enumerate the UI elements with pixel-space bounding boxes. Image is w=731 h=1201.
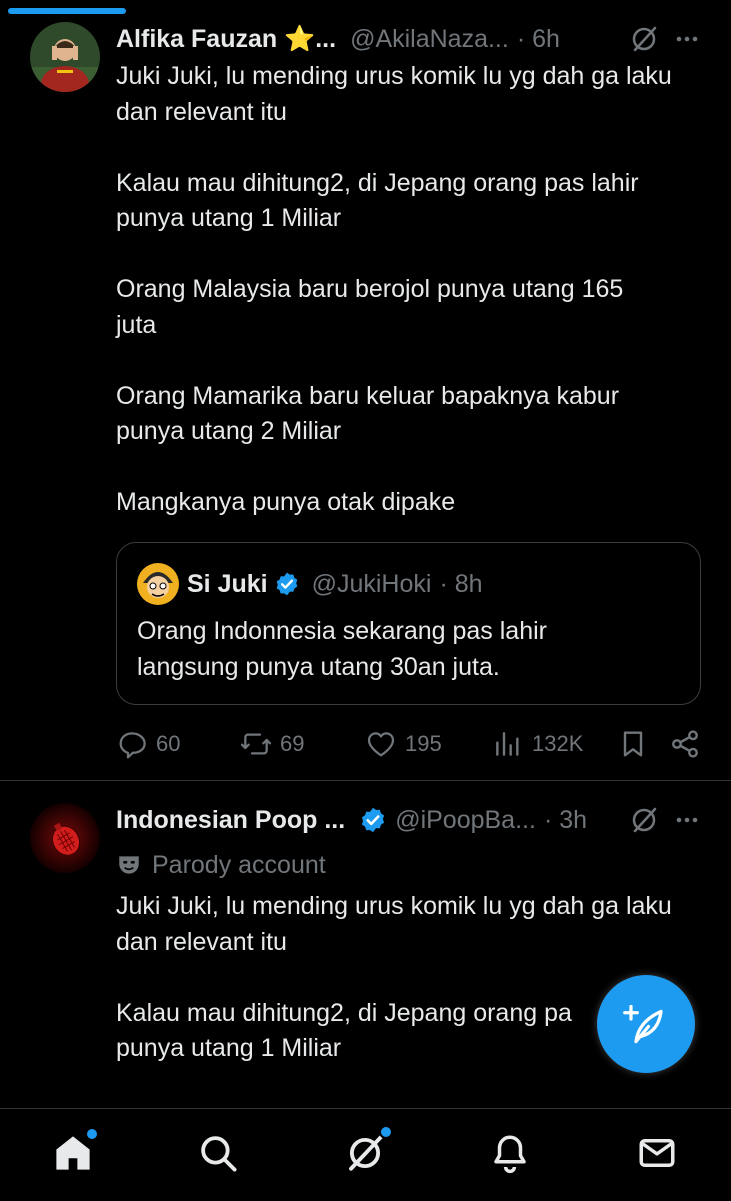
share-icon <box>672 730 698 758</box>
messages-icon <box>639 1139 675 1167</box>
notification-dot <box>379 1125 393 1139</box>
notifications-icon <box>494 1135 526 1174</box>
compose-feather-icon <box>623 1004 663 1044</box>
bookmark-button[interactable] <box>617 725 657 763</box>
tweet-text: Juki Juki, lu mending urus komik lu yg d… <box>116 62 672 516</box>
like-button[interactable]: 195 <box>365 725 442 763</box>
timestamp[interactable]: · 3h <box>544 806 587 835</box>
quote-avatar <box>137 563 179 605</box>
display-name[interactable]: Alfika Fauzan ⭐... <box>116 25 336 54</box>
like-count: 195 <box>405 731 442 756</box>
notification-dot <box>85 1127 99 1141</box>
bottom-navigation <box>0 1108 731 1201</box>
views-icon <box>496 732 519 756</box>
verified-badge-icon <box>359 806 387 834</box>
user-handle[interactable]: @iPoopBa... <box>395 806 536 835</box>
view-count: 132K <box>532 731 584 756</box>
bookmark-icon <box>623 731 643 757</box>
quote-text: Orang Indonnesia sekarang pas lahir lang… <box>137 617 547 681</box>
home-tab[interactable] <box>51 1127 99 1175</box>
views-button[interactable]: 132K <box>492 725 583 763</box>
compose-button[interactable] <box>597 975 695 1073</box>
avatar[interactable] <box>30 803 100 873</box>
reply-button[interactable]: 60 <box>116 725 180 763</box>
grok-icon[interactable] <box>629 24 659 54</box>
messages-tab[interactable] <box>635 1131 679 1175</box>
display-name[interactable]: Indonesian Poop ... <box>116 806 345 835</box>
quoted-tweet[interactable]: Si Juki @JukiHoki · 8h Orang Indonnesia … <box>116 542 701 705</box>
more-options-icon[interactable] <box>673 25 701 53</box>
reply-count: 60 <box>156 731 181 756</box>
search-icon <box>201 1136 237 1172</box>
more-options-icon[interactable] <box>673 806 701 834</box>
parody-label: Parody account <box>116 848 326 882</box>
verified-badge-icon <box>274 571 300 597</box>
quote-display-name[interactable]: Si Juki <box>187 570 268 599</box>
notifications-tab[interactable] <box>488 1131 532 1175</box>
grok-icon[interactable] <box>629 805 659 835</box>
grok-tab[interactable] <box>343 1125 393 1175</box>
heart-icon <box>367 732 395 757</box>
quote-handle[interactable]: @JukiHoki <box>312 570 432 599</box>
timestamp[interactable]: · 6h <box>517 25 560 54</box>
search-tab[interactable] <box>196 1131 240 1175</box>
quote-timestamp[interactable]: · 8h <box>439 570 482 599</box>
theater-mask-icon <box>116 852 142 878</box>
parody-label-text: Parody account <box>152 850 326 879</box>
repost-icon <box>240 733 272 755</box>
repost-button[interactable]: 69 <box>240 725 304 763</box>
reply-icon <box>119 732 146 759</box>
avatar[interactable] <box>30 22 100 92</box>
share-button[interactable] <box>669 725 709 763</box>
tweet[interactable]: Alfika Fauzan ⭐... @AkilaNaza... · 6h Ju… <box>0 0 731 780</box>
repost-count: 69 <box>280 731 305 756</box>
user-handle[interactable]: @AkilaNaza... <box>350 25 509 54</box>
grok-icon <box>349 1135 383 1171</box>
